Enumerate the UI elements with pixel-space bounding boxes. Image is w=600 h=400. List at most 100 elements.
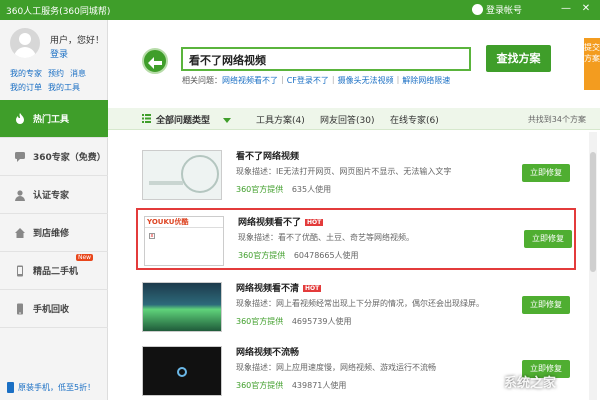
results-scrollbar[interactable]: [589, 132, 597, 400]
messages-link[interactable]: 消息: [70, 68, 86, 79]
hot-badge: HOT: [303, 285, 322, 292]
result-item-highlighted: YOUKU优酷 x 网络视频看不了 HOT 现象描述：看不了优酷、土豆、奇艺等网络…: [136, 208, 576, 270]
result-provider: 360官方提供: [236, 381, 284, 390]
result-meta: 360官方提供 4695739人使用: [236, 316, 351, 327]
result-title-text[interactable]: 网络视频看不清: [236, 284, 299, 294]
result-thumbnail: [142, 346, 222, 396]
sidebar-item-hot-tools[interactable]: 热门工具: [0, 100, 108, 138]
result-count: 共找到34个方案: [527, 115, 586, 124]
result-provider: 360官方提供: [236, 185, 284, 194]
result-description: 现象描述：看不了优酷、土豆、奇艺等网络视频。: [238, 233, 414, 242]
result-title[interactable]: 网络视频不流畅: [236, 345, 299, 358]
related-question-link[interactable]: 摄像头无法视频: [338, 75, 394, 86]
login-link[interactable]: 登录: [50, 47, 68, 60]
sidebar-item-label: 精品二手机: [33, 267, 79, 277]
my-experts-link[interactable]: 我的专家: [10, 68, 42, 79]
result-meta: 360官方提供 635人使用: [236, 184, 331, 195]
sidebar-item-360-experts[interactable]: 360专家（免费）: [0, 138, 108, 176]
close-button[interactable]: ✕: [580, 3, 592, 15]
my-tools-link[interactable]: 我的工具: [48, 82, 80, 93]
result-title[interactable]: 看不了网络视频: [236, 149, 299, 162]
youku-logo: YOUKU优酷: [147, 218, 189, 226]
fix-now-button[interactable]: 立即修复: [522, 296, 570, 314]
result-thumbnail: [142, 282, 222, 332]
find-solution-button[interactable]: 查找方案: [486, 45, 551, 72]
result-title: 网络视频看不清 HOT: [236, 281, 322, 294]
result-meta: 360官方提供 439871人使用: [236, 380, 346, 391]
main-panel: 看不了网络视频 查找方案 提交方案 相关问题： 网络视频看不了 | CF登录不了…: [108, 20, 600, 400]
greeting-text: 用户，您好！: [50, 36, 105, 46]
result-usage-count: 4695739人使用: [291, 317, 352, 326]
quick-links-row-1: 我的专家 预约 消息: [10, 68, 86, 79]
related-question-link[interactable]: 解除网络限速: [402, 75, 450, 86]
sidebar-item-certified-experts[interactable]: 认证专家: [0, 176, 108, 214]
promo-text: 原装手机，低至5折！: [18, 383, 96, 392]
sidebar-item-store-repair[interactable]: 到店维修: [0, 214, 108, 252]
tab-user-answers[interactable]: 网友回答(30): [320, 113, 374, 126]
sidebar-item-label: 360专家（免费）: [33, 153, 106, 163]
separator: |: [281, 75, 284, 84]
flame-icon: [16, 112, 24, 124]
separator: |: [396, 75, 400, 84]
result-thumbnail: [142, 150, 222, 200]
separator: |: [331, 75, 335, 84]
new-badge: New: [76, 254, 94, 261]
result-title-text[interactable]: 网络视频看不了: [238, 218, 301, 228]
chat-icon: [15, 151, 25, 162]
login-account-button[interactable]: 登录帐号: [472, 3, 522, 16]
tab-online-experts[interactable]: 在线专家(6): [390, 113, 439, 126]
related-question-link[interactable]: CF登录不了: [287, 75, 329, 86]
scrollbar-thumb[interactable]: [590, 152, 596, 272]
result-title: 网络视频看不了 HOT: [238, 215, 324, 228]
fix-now-button[interactable]: 立即修复: [524, 230, 572, 248]
list-icon: [142, 114, 151, 123]
person-icon: [15, 189, 25, 201]
result-description: 现象描述：网上看视频经常出现上下分屏的情况，偶尔还会出现绿屏。: [236, 299, 484, 308]
tab-tool-solutions[interactable]: 工具方案(4): [256, 113, 305, 126]
minimize-button[interactable]: —: [560, 3, 572, 15]
related-question-link[interactable]: 网络视频看不了: [222, 75, 278, 86]
related-questions: 相关问题： 网络视频看不了 | CF登录不了 | 摄像头无法视频 | 解除网络限…: [182, 75, 450, 86]
sidebar-item-phone-recycle[interactable]: 手机回收: [0, 290, 108, 328]
sidebar-item-label: 认证专家: [33, 191, 70, 201]
result-provider: 360官方提供: [236, 317, 284, 326]
result-provider: 360官方提供: [238, 251, 286, 260]
sidebar: 用户，您好！ 登录 我的专家 预约 消息 我的订单 我的工具 热门工具 360专…: [0, 20, 108, 400]
sidebar-item-label: 手机回收: [33, 305, 70, 315]
result-item: 看不了网络视频 现象描述：IE无法打开网页、网页图片不显示、无法输入文字 360…: [136, 144, 576, 206]
recycle-icon: [17, 303, 23, 314]
broken-image-icon: x: [149, 233, 155, 239]
result-item: 网络视频不流畅 现象描述：网上应用速度慢，网络视频、游戏运行不流畅 360官方提…: [136, 340, 576, 400]
result-meta: 360官方提供 60478665人使用: [238, 250, 359, 261]
user-icon: [472, 4, 483, 15]
submit-solution-tab[interactable]: 提交方案: [584, 38, 600, 90]
chevron-down-icon: [223, 118, 232, 123]
my-orders-link[interactable]: 我的订单: [10, 82, 42, 93]
user-card: 用户，您好！ 登录 我的专家 预约 消息 我的订单 我的工具: [0, 20, 108, 100]
fix-now-button[interactable]: 立即修复: [522, 164, 570, 182]
sidebar-item-label: 热门工具: [33, 115, 70, 125]
result-item: 网络视频看不清 HOT 现象描述：网上看视频经常出现上下分屏的情况，偶尔还会出现绿…: [136, 276, 576, 338]
promo-link[interactable]: 原装手机，低至5折！: [6, 382, 95, 393]
sidebar-item-label: 到店维修: [33, 229, 70, 239]
back-button[interactable]: [142, 48, 168, 74]
appointment-link[interactable]: 预约: [48, 68, 64, 79]
tab-label: 全部问题类型: [156, 116, 211, 126]
arrow-left-icon: [148, 57, 162, 69]
watermark: 系统之家: [504, 376, 557, 391]
avatar[interactable]: [10, 28, 40, 58]
result-usage-count: 635人使用: [291, 185, 332, 194]
result-description: 现象描述：IE无法打开网页、网页图片不显示、无法输入文字: [236, 167, 452, 176]
result-description: 现象描述：网上应用速度慢，网络视频、游戏运行不流畅: [236, 363, 436, 372]
phone-icon: [7, 382, 14, 393]
title-bar: 360人工服务(360同城帮) 登录帐号 — ✕: [0, 0, 600, 20]
filter-tab-bar: 全部问题类型 工具方案(4) 网友回答(30) 在线专家(6) 共找到34个方案: [108, 108, 600, 130]
search-input[interactable]: 看不了网络视频: [181, 47, 471, 71]
sidebar-item-used-phones[interactable]: 精品二手机 New: [0, 252, 108, 290]
result-thumbnail: YOUKU优酷 x: [144, 216, 224, 266]
hot-badge: HOT: [305, 219, 324, 226]
result-usage-count: 439871人使用: [291, 381, 347, 390]
home-icon: [15, 227, 25, 238]
result-usage-count: 60478665人使用: [293, 251, 359, 260]
tab-all-problem-types[interactable]: 全部问题类型: [156, 113, 232, 126]
